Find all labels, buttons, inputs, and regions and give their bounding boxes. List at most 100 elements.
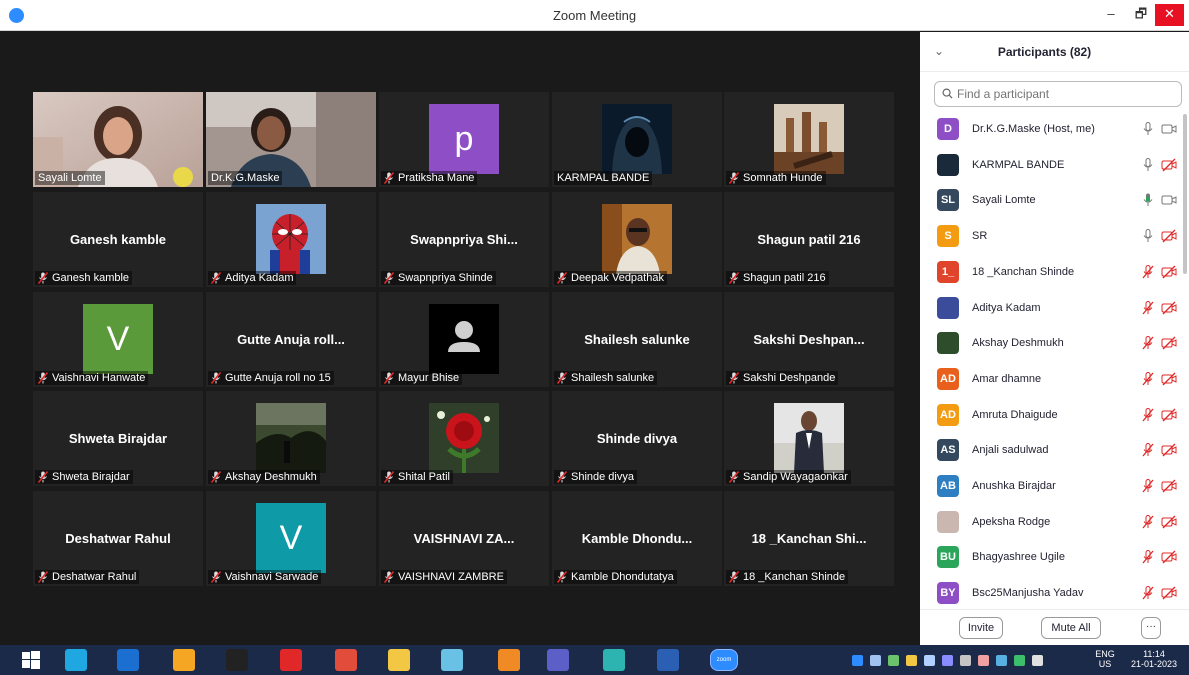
video-tile[interactable]: Shagun patil 216 Shagun patil 216 (724, 192, 894, 287)
video-tile[interactable]: Aditya Kadam (206, 192, 376, 287)
camera-off-icon[interactable] (1161, 229, 1177, 243)
video-tile[interactable]: Gutte Anuja roll... Gutte Anuja roll no 1… (206, 292, 376, 387)
onedrive-icon[interactable] (942, 655, 953, 666)
camera-off-icon[interactable] (1161, 336, 1177, 350)
camera-off-icon[interactable] (1161, 158, 1177, 172)
search-input[interactable] (957, 85, 1167, 103)
battery-icon[interactable] (924, 655, 935, 666)
camera-icon[interactable] (226, 649, 248, 671)
video-tile[interactable]: Shailesh salunke Shailesh salunke (552, 292, 722, 387)
mic-muted-icon[interactable] (1142, 407, 1154, 422)
participant-row[interactable]: Aditya Kadam (920, 291, 1182, 325)
camera-off-icon[interactable] (1161, 408, 1177, 422)
video-tile[interactable]: p Pratiksha Mane (379, 92, 549, 187)
network-icon[interactable] (870, 655, 881, 666)
camera-off-icon[interactable] (1161, 265, 1177, 279)
word-icon[interactable] (657, 649, 679, 671)
camera-off-icon[interactable] (1161, 301, 1177, 315)
participant-row[interactable]: BY Bsc25Manjusha Yadav (920, 576, 1182, 609)
start-icon[interactable] (20, 649, 42, 671)
camera-off-icon[interactable] (1161, 586, 1177, 600)
participant-row[interactable]: AD Amruta Dhaigude (920, 398, 1182, 432)
participant-row[interactable]: AS Anjali sadulwad (920, 433, 1182, 467)
mute-all-button[interactable]: Mute All (1041, 617, 1101, 639)
update-icon[interactable] (960, 655, 971, 666)
acrobat-icon[interactable] (280, 649, 302, 671)
video-tile[interactable]: Shweta Birajdar Shweta Birajdar (33, 391, 203, 486)
participant-search[interactable] (934, 81, 1182, 107)
camera-on-icon[interactable] (1161, 193, 1177, 207)
video-tile[interactable]: Mayur Bhise (379, 292, 549, 387)
video-tile[interactable]: Swapnpriya Shi... Swapnpriya Shinde (379, 192, 549, 287)
minimize-button[interactable]: – (1097, 4, 1125, 26)
video-tile[interactable]: 18 _Kanchan Shi... 18 _Kanchan Shinde (724, 491, 894, 586)
participant-row[interactable]: D Dr.K.G.Maske (Host, me) (920, 112, 1182, 146)
security-icon[interactable] (888, 655, 899, 666)
zoom-icon[interactable]: zoom (710, 649, 738, 671)
photos-icon[interactable] (173, 649, 195, 671)
video-tile[interactable]: Sandip Wayagaonkar (724, 391, 894, 486)
participant-row[interactable]: 1_ 18 _Kanchan Shinde (920, 255, 1182, 289)
explorer-icon[interactable] (388, 649, 410, 671)
camera-off-icon[interactable] (1161, 443, 1177, 457)
participant-row[interactable]: SL Sayali Lomte (920, 183, 1182, 217)
mic-muted-icon[interactable] (1142, 336, 1154, 350)
edge-icon[interactable] (603, 649, 625, 671)
paint-icon[interactable] (441, 649, 463, 671)
mic-muted-icon[interactable] (1142, 443, 1154, 457)
participant-row[interactable]: Apeksha Rodge (920, 505, 1182, 539)
video-tile[interactable]: Ganesh kamble Ganesh kamble (33, 192, 203, 287)
camera-on-icon[interactable] (1161, 122, 1177, 136)
video-tile[interactable]: Sakshi Deshpan... Sakshi Deshpande (724, 292, 894, 387)
camera-off-icon[interactable] (1161, 372, 1177, 386)
hp-icon[interactable] (117, 649, 139, 671)
video-tile[interactable]: V Vaishnavi Sarwade (206, 491, 376, 586)
video-tile[interactable]: V Vaishnavi Hanwate (33, 292, 203, 387)
chrome2-icon[interactable] (498, 649, 520, 671)
mic-muted-icon[interactable] (1142, 300, 1154, 315)
speaker-icon[interactable] (1032, 655, 1043, 666)
video-tile[interactable]: Sayali Lomte (33, 92, 203, 187)
camera-off-icon[interactable] (1161, 550, 1177, 564)
video-tile[interactable]: VAISHNAVI ZA... VAISHNAVI ZAMBRE (379, 491, 549, 586)
mic-muted-icon[interactable] (1142, 586, 1154, 600)
video-tile[interactable]: Shital Patil (379, 391, 549, 486)
video-tile[interactable]: Shinde divya Shinde divya (552, 391, 722, 486)
mic-on-icon[interactable] (1142, 122, 1154, 136)
mic-muted-icon[interactable] (1142, 371, 1154, 386)
participant-list-scrollbar[interactable] (1183, 114, 1187, 274)
teams-icon[interactable] (547, 649, 569, 671)
invite-button[interactable]: Invite (959, 617, 1003, 639)
video-tile[interactable]: Deshatwar Rahul Deshatwar Rahul (33, 491, 203, 586)
video-tile[interactable]: Kamble Dhondu... Kamble Dhondutatya (552, 491, 722, 586)
maximize-button[interactable]: 🗗 (1127, 4, 1155, 26)
participant-row[interactable]: BU Bhagyashree Ugile (920, 540, 1182, 574)
video-tile[interactable]: Deepak Vedpathak (552, 192, 722, 287)
mic-muted-icon[interactable] (1142, 550, 1154, 564)
chrome-icon[interactable] (335, 649, 357, 671)
participant-row[interactable]: AB Anushka Birajdar (920, 469, 1182, 503)
mic-on-icon[interactable] (1142, 157, 1154, 172)
mic-muted-icon[interactable] (1142, 514, 1154, 529)
participant-row[interactable]: KARMPAL BANDE (920, 148, 1182, 182)
close-button[interactable]: ✕ (1155, 4, 1184, 26)
more-options-button[interactable]: ··· (1141, 617, 1161, 639)
participant-row[interactable]: Akshay Deshmukh (920, 326, 1182, 360)
video-tile[interactable]: Somnath Hunde (724, 92, 894, 187)
camera-off-icon[interactable] (1161, 479, 1177, 493)
participant-row[interactable]: AD Amar dhamne (920, 362, 1182, 396)
bluetooth-icon[interactable] (852, 655, 863, 666)
video-tile[interactable]: Akshay Deshmukh (206, 391, 376, 486)
ie-icon[interactable] (65, 649, 87, 671)
participant-row[interactable]: S SR (920, 219, 1182, 253)
video-tile[interactable]: Dr.K.G.Maske (206, 92, 376, 187)
mic-speaking-icon[interactable] (1142, 193, 1154, 207)
video-tile[interactable]: KARMPAL BANDE (552, 92, 722, 187)
wifi-icon[interactable] (906, 655, 917, 666)
language-indicator[interactable]: ENG US (1090, 645, 1120, 675)
mic-muted-icon[interactable] (1142, 479, 1154, 493)
office-icon[interactable] (1014, 655, 1025, 666)
printer-icon[interactable] (978, 655, 989, 666)
camera-off-icon[interactable] (1161, 515, 1177, 529)
mic-on-icon[interactable] (1142, 229, 1154, 243)
